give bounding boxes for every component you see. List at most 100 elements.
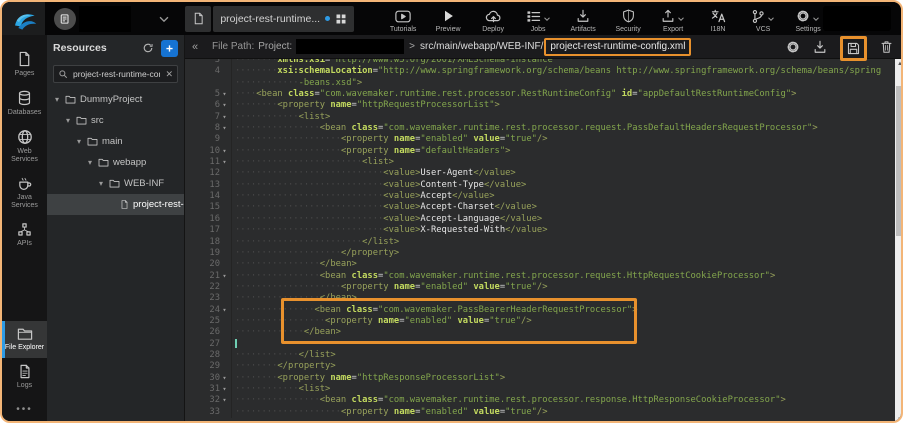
download-file-button[interactable] (813, 40, 827, 54)
code-line-16[interactable]: 16····························<value>Acc… (198, 214, 895, 225)
tree-item-web-inf[interactable]: ▾WEB-INF (47, 173, 184, 194)
scrollbar-thumb[interactable] (896, 86, 903, 236)
code-line-28[interactable]: 28············</list> (198, 350, 895, 361)
gutter: 22 (198, 282, 232, 293)
toolbar-tutorials-button[interactable]: Tutorials (388, 9, 418, 33)
caret-down-icon[interactable]: ▾ (86, 158, 94, 167)
wavemaker-logo[interactable] (2, 2, 45, 35)
code-line-32[interactable]: 32▾················<bean class="com.wave… (198, 395, 895, 406)
code-token: "http://www.w3.org/2001/XMLSchema-instan… (330, 59, 558, 65)
code-line-17[interactable]: 17····························<value>X-R… (198, 225, 895, 236)
add-resource-button[interactable] (161, 40, 178, 57)
code-token: </value> (495, 202, 537, 212)
toolbar-preview-button[interactable]: Preview (433, 9, 463, 33)
caret-down-icon[interactable]: ▾ (53, 95, 61, 104)
tree-item-dummyproject[interactable]: ▾DummyProject (47, 89, 184, 110)
tree-item-src[interactable]: ▾src (47, 110, 184, 131)
sidebar-item-pages[interactable]: Pages (2, 45, 47, 84)
code-line-4[interactable]: 4········xsi:schemaLocation="http://www.… (198, 66, 895, 77)
toolbar-i18n-button[interactable]: I18N (703, 9, 733, 33)
sidebar-more-icon[interactable]: ••• (2, 396, 47, 423)
fold-caret-icon[interactable]: ▾ (221, 305, 228, 316)
editor-scrollbar[interactable]: ▲ ▼ (895, 59, 903, 423)
fold-caret-icon[interactable]: ▾ (221, 157, 228, 168)
code-line-8[interactable]: 8▾················<bean class="com.wavem… (198, 123, 895, 134)
caret-down-icon[interactable]: ▾ (75, 137, 83, 146)
code-line-7[interactable]: 7▾············<list> (198, 112, 895, 123)
sidebar-item-apis[interactable]: APIs (2, 216, 47, 254)
toolbar-deploy-button[interactable]: Deploy (478, 9, 508, 33)
code-line-25[interactable]: 25·················<property name="enabl… (198, 316, 895, 327)
sidebar-item-java-services[interactable]: Java Services (2, 170, 47, 216)
fold-caret-icon[interactable]: ▾ (221, 100, 228, 111)
code-text: ············-beans.xsd"> (232, 78, 362, 89)
code-line-24[interactable]: 24▾···············<bean class="com.wavem… (198, 305, 895, 316)
sidebar-item-databases[interactable]: Databases (2, 84, 47, 123)
sidebar-item-file-explorer[interactable]: File Explorer (2, 321, 47, 358)
code-line-18[interactable]: 18························</list> (198, 237, 895, 248)
toolbar-settings-button[interactable]: Settings (793, 9, 823, 33)
code-line-29[interactable]: 29········</property> (198, 361, 895, 372)
toolbar-artifacts-button[interactable]: Artifacts (568, 9, 598, 33)
code-line-22[interactable]: 22····················<property name="en… (198, 282, 895, 293)
scroll-down-icon[interactable]: ▼ (895, 415, 903, 423)
save-file-button[interactable] (840, 36, 867, 61)
fold-caret-icon[interactable]: ▾ (221, 271, 228, 282)
code-line-14[interactable]: 14····························<value>Acc… (198, 191, 895, 202)
code-line-11[interactable]: 11▾························<list> (198, 157, 895, 168)
caret-down-icon[interactable]: ▾ (64, 116, 72, 125)
code-line-10[interactable]: 10▾····················<property name="d… (198, 146, 895, 157)
fold-caret-icon[interactable]: ▾ (221, 395, 228, 406)
tree-item-project-rest-[interactable]: project-rest- (47, 194, 184, 215)
gutter: 33 (198, 407, 232, 418)
tree-item-main[interactable]: ▾main (47, 131, 184, 152)
fold-caret-icon[interactable]: ▾ (221, 89, 228, 100)
file-path-label: File Path: (212, 41, 254, 52)
code-line-26[interactable]: 26·············</bean> (198, 327, 895, 338)
code-line-15[interactable]: 15····························<value>Acc… (198, 202, 895, 213)
indent-whitespace: ························ (235, 157, 362, 167)
toolbar-security-button[interactable]: Security (613, 9, 643, 33)
code-line-wrap[interactable]: ············-beans.xsd"> (198, 78, 895, 89)
code-line-13[interactable]: 13····························<value>Con… (198, 180, 895, 191)
sidebar-item-web-services[interactable]: Web Services (2, 123, 47, 170)
fold-caret-icon[interactable]: ▾ (221, 112, 228, 123)
fold-caret-icon[interactable]: ▾ (221, 373, 228, 384)
tab-project-rest-runtime-config[interactable]: project-rest-runtime... (213, 6, 354, 32)
fold-caret-icon[interactable]: ▾ (221, 146, 228, 157)
fold-caret-icon[interactable]: ▾ (221, 384, 228, 395)
code-line-19[interactable]: 19····················</property> (198, 248, 895, 259)
settings-file-button[interactable] (786, 40, 800, 54)
refresh-icon[interactable] (142, 42, 154, 54)
open-file-icon[interactable] (185, 6, 211, 32)
search-input[interactable] (71, 68, 162, 80)
grid-icon[interactable] (335, 13, 347, 25)
caret-down-icon[interactable]: ▾ (97, 179, 105, 188)
fold-caret-icon[interactable]: ▾ (221, 123, 228, 134)
code-editor[interactable]: 3········xmlns:xsi="http://www.w3.org/20… (185, 59, 903, 423)
toolbar-export-button[interactable]: Export (658, 9, 688, 33)
toolbar-vcs-button[interactable]: VCS (748, 9, 778, 33)
toolbar-jobs-button[interactable]: Jobs (523, 9, 553, 33)
code-line-20[interactable]: 20················</bean> (198, 259, 895, 270)
branch-icon (751, 9, 765, 24)
code-line-23[interactable]: 23················</bean> (198, 293, 895, 304)
code-line-12[interactable]: 12····························<value>Use… (198, 168, 895, 179)
tree-item-webapp[interactable]: ▾webapp (47, 152, 184, 173)
code-line-31[interactable]: 31▾············<list> (198, 384, 895, 395)
code-line-21[interactable]: 21▾················<bean class="com.wave… (198, 271, 895, 282)
clear-search-icon[interactable]: ✕ (165, 69, 173, 80)
code-line-5[interactable]: 5▾····<bean class="com.wavemaker.runtime… (198, 89, 895, 100)
code-line-30[interactable]: 30▾········<property name="httpResponseP… (198, 373, 895, 384)
scroll-up-icon[interactable]: ▲ (895, 59, 903, 69)
collapse-panel-icon[interactable]: « (188, 41, 202, 53)
code-line-9[interactable]: 9····················<property name="ena… (198, 134, 895, 145)
line-number: 26 (209, 327, 220, 338)
delete-file-button[interactable] (880, 40, 893, 54)
code-line-27[interactable]: 27 (198, 339, 895, 350)
project-menu-chevron-down-icon[interactable] (157, 12, 171, 26)
code-line-6[interactable]: 6▾········<property name="httpRequestPro… (198, 100, 895, 111)
project-avatar-icon[interactable] (54, 8, 76, 30)
sidebar-item-logs[interactable]: Logs (2, 358, 47, 396)
code-line-33[interactable]: 33····················<property name="en… (198, 407, 895, 418)
